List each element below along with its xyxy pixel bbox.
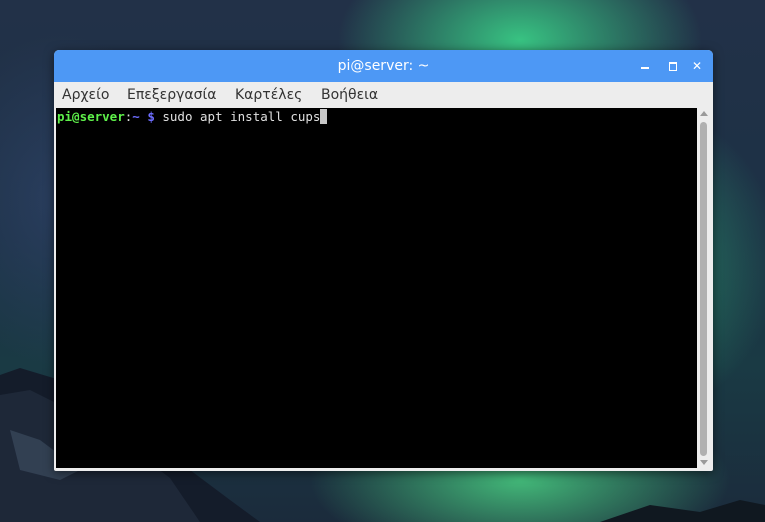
terminal-output[interactable]: pi@server:~ $ sudo apt install cups	[56, 108, 697, 468]
titlebar[interactable]: pi@server: ~ ✕	[54, 50, 713, 82]
scroll-down-arrow-icon[interactable]	[700, 460, 708, 465]
text-cursor	[320, 109, 328, 124]
vertical-scrollbar[interactable]	[697, 108, 711, 468]
minimize-icon	[641, 67, 649, 69]
prompt-line: pi@server:~ $ sudo apt install cups	[57, 109, 328, 125]
maximize-button[interactable]	[665, 58, 681, 74]
scrollbar-thumb[interactable]	[700, 122, 707, 456]
desktop-background: pi@server: ~ ✕ Αρχείο Επεξεργασία Καρτέλ…	[0, 0, 765, 522]
menu-tabs[interactable]: Καρτέλες	[235, 82, 302, 108]
minimize-button[interactable]	[637, 58, 653, 74]
close-button[interactable]: ✕	[689, 58, 705, 74]
prompt-user-host: pi@server	[57, 109, 125, 124]
prompt-path: ~	[132, 109, 140, 124]
window-title: pi@server: ~	[337, 58, 430, 74]
scroll-up-arrow-icon[interactable]	[700, 111, 708, 116]
prompt-symbol: $	[139, 109, 155, 124]
close-icon: ✕	[691, 59, 703, 73]
terminal-window: pi@server: ~ ✕ Αρχείο Επεξεργασία Καρτέλ…	[54, 50, 713, 471]
menu-file[interactable]: Αρχείο	[62, 82, 109, 108]
menu-help[interactable]: Βοήθεια	[321, 82, 378, 108]
maximize-icon	[669, 62, 677, 71]
menu-edit[interactable]: Επεξεργασία	[127, 82, 216, 108]
command-text: sudo apt install cups	[154, 109, 321, 124]
menubar: Αρχείο Επεξεργασία Καρτέλες Βοήθεια	[54, 82, 713, 108]
